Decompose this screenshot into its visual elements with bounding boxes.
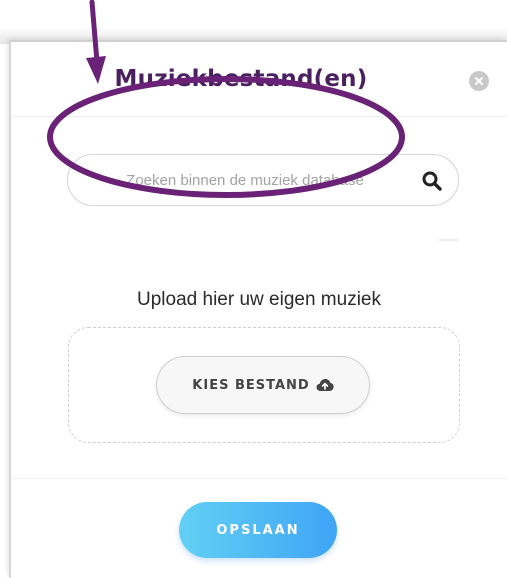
save-button[interactable]: OPSLAAN xyxy=(179,502,337,558)
save-label: OPSLAAN xyxy=(216,522,300,538)
upload-title: Upload hier uw eigen muziek xyxy=(137,289,381,310)
close-button[interactable] xyxy=(469,71,489,91)
page-background xyxy=(0,0,507,44)
choose-file-button[interactable]: KIES BESTAND xyxy=(156,356,370,414)
search-button[interactable] xyxy=(418,167,446,195)
close-icon xyxy=(475,77,483,85)
footer-divider xyxy=(11,478,507,479)
choose-file-label: KIES BESTAND xyxy=(192,377,310,393)
search-icon xyxy=(422,171,442,191)
search-input[interactable] xyxy=(80,155,410,205)
search-box xyxy=(67,154,459,206)
header-divider xyxy=(11,116,507,117)
modal-title: Muziekbestand(en) xyxy=(114,66,368,92)
music-file-modal: Muziekbestand(en) Upload hier uw eigen m… xyxy=(9,40,507,578)
upload-dropzone[interactable]: KIES BESTAND xyxy=(68,327,460,443)
cloud-upload-icon xyxy=(316,379,334,391)
divider-line xyxy=(439,239,459,241)
